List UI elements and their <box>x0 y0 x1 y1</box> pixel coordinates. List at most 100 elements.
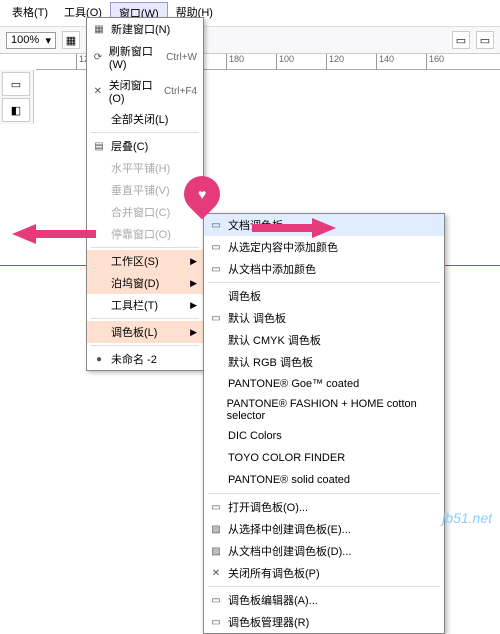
menu-item[interactable]: ⟳刷新窗口(W) Ctrl+W <box>87 40 203 74</box>
menu-item[interactable]: 泊坞窗(D) ▶ <box>87 272 203 294</box>
menu-icon: ▭ <box>208 592 224 608</box>
menu-icon: ✕ <box>91 83 105 99</box>
menu-label: PANTONE® FASHION + HOME cotton selector <box>227 398 438 422</box>
menu-icon: ▭ <box>208 614 224 630</box>
menu-label: 默认 调色板 <box>228 310 286 326</box>
window-menu-dropdown: ▦新建窗口(N) ⟳刷新窗口(W) Ctrl+W ✕关闭窗口(O)Ctrl+F4 全部关… <box>86 17 204 371</box>
tool-button[interactable]: ▦ <box>62 31 80 49</box>
menu-item[interactable]: 工作区(S) ▶ <box>87 250 203 272</box>
menu-icon: ▭ <box>208 261 224 277</box>
menu-label: 调色板编辑器(A)... <box>228 592 318 608</box>
menu-item[interactable]: 全部关闭(L) <box>87 108 203 130</box>
menu-icon <box>91 182 107 198</box>
tool-button[interactable]: ▭ <box>452 31 470 49</box>
menu-item[interactable]: ▭调色板管理器(R) <box>204 611 444 633</box>
menu-label: 调色板(L) <box>111 324 157 340</box>
menu-label: 从选定内容中添加颜色 <box>228 239 338 255</box>
menu-item: 停靠窗口(O) <box>87 223 203 245</box>
menu-item[interactable]: 默认 RGB 调色板 <box>204 351 444 373</box>
menu-label: 从文档中添加颜色 <box>228 261 316 277</box>
menu-item[interactable]: PANTONE® Goe™ coated <box>204 373 444 395</box>
menu-item[interactable]: ▦新建窗口(N) <box>87 18 203 40</box>
tool-button[interactable]: ◧ <box>2 98 30 122</box>
tool-button[interactable]: ▭ <box>2 72 30 96</box>
menu-label: 工具栏(T) <box>111 297 158 313</box>
zoom-combo[interactable]: 100%▾ <box>6 32 56 49</box>
menu-icon: ▭ <box>208 217 224 233</box>
menu-item[interactable]: ▭从选定内容中添加颜色 <box>204 236 444 258</box>
menu-item[interactable]: ▤层叠(C) <box>87 135 203 157</box>
menu-item[interactable]: 默认 CMYK 调色板 <box>204 329 444 351</box>
menu-label: 未命名 -2 <box>111 351 157 367</box>
annotation-arrow-icon <box>312 218 336 238</box>
menu-label: 合并窗口(C) <box>111 204 170 220</box>
menu-icon <box>208 402 223 418</box>
menu-item[interactable]: ▭默认 调色板 <box>204 307 444 329</box>
menu-label: 泊坞窗(D) <box>111 275 159 291</box>
menu-item[interactable]: TOYO COLOR FINDER <box>204 447 444 469</box>
menu-label: 关闭所有调色板(P) <box>228 565 320 581</box>
menu-icon: ▭ <box>208 239 224 255</box>
chevron-down-icon: ▾ <box>45 34 51 47</box>
menu-label: 停靠窗口(O) <box>111 226 171 242</box>
menu-icon <box>208 332 224 348</box>
chevron-right-icon: ▶ <box>190 327 197 338</box>
menu-icon <box>208 354 224 370</box>
menu-icon: ▨ <box>208 543 224 559</box>
palette-submenu: ▭文档调色板▭从选定内容中添加颜色▭从文档中添加颜色调色板▭默认 调色板默认 C… <box>203 213 445 634</box>
menu-icon <box>91 253 107 269</box>
menu-icon: ▦ <box>91 21 107 37</box>
watermark: jb51.net <box>442 510 492 526</box>
menu-item[interactable]: ✕关闭窗口(O)Ctrl+F4 <box>87 74 203 108</box>
chevron-right-icon: ▶ <box>190 300 197 311</box>
tool-button[interactable]: ▭ <box>476 31 494 49</box>
menu-icon <box>91 204 107 220</box>
menu-item[interactable]: 调色板(L) ▶ <box>87 321 203 343</box>
menu-label: 刷新窗口(W) <box>109 43 162 71</box>
annotation-arrow-icon <box>12 224 36 244</box>
menu-item[interactable]: ●未命名 -2 <box>87 348 203 370</box>
menu-icon: ⟳ <box>91 49 105 65</box>
menu-item[interactable]: ▭从文档中添加颜色 <box>204 258 444 280</box>
menu-label: 关闭窗口(O) <box>109 77 160 105</box>
chevron-right-icon: ▶ <box>190 256 197 267</box>
menu-item[interactable]: 工具栏(T) ▶ <box>87 294 203 316</box>
menu-tables[interactable]: 表格(T) <box>4 2 56 24</box>
menu-item[interactable]: ▨从文档中创建调色板(D)... <box>204 540 444 562</box>
menu-label: 层叠(C) <box>111 138 148 154</box>
menu-icon <box>91 297 107 313</box>
menu-item[interactable]: ▭打开调色板(O)... <box>204 496 444 518</box>
menu-icon: ✕ <box>208 565 224 581</box>
menu-label: PANTONE® Goe™ coated <box>228 378 359 390</box>
menu-item[interactable]: 调色板 <box>204 285 444 307</box>
menu-icon: ▨ <box>208 521 224 537</box>
menu-item[interactable]: PANTONE® FASHION + HOME cotton selector <box>204 395 444 425</box>
menu-label: TOYO COLOR FINDER <box>228 452 345 464</box>
menu-item[interactable]: PANTONE® solid coated <box>204 469 444 491</box>
menu-icon <box>208 450 224 466</box>
menu-label: 全部关闭(L) <box>111 111 168 127</box>
menu-label: 从选择中创建调色板(E)... <box>228 521 351 537</box>
menu-item[interactable]: ▨从选择中创建调色板(E)... <box>204 518 444 540</box>
menu-label: 调色板管理器(R) <box>228 614 309 630</box>
menu-icon <box>208 376 224 392</box>
menu-icon: ▤ <box>91 138 107 154</box>
menu-icon <box>91 160 107 176</box>
menu-item: 合并窗口(C) <box>87 201 203 223</box>
menu-item[interactable]: ▭调色板编辑器(A)... <box>204 589 444 611</box>
menu-label: 打开调色板(O)... <box>228 499 308 515</box>
chevron-right-icon: ▶ <box>190 278 197 289</box>
menu-item[interactable]: DIC Colors <box>204 425 444 447</box>
menu-icon <box>208 472 224 488</box>
menu-label: 工作区(S) <box>111 253 159 269</box>
menu-label: 水平平铺(H) <box>111 160 170 176</box>
shortcut: Ctrl+W <box>166 52 197 63</box>
menu-icon <box>208 288 224 304</box>
menu-item: 垂直平铺(V) <box>87 179 203 201</box>
menubar: 表格(T) 工具(O) 窗口(W) 帮助(H) <box>0 0 500 27</box>
menu-icon: ● <box>91 351 107 367</box>
menu-label: 垂直平铺(V) <box>111 182 170 198</box>
menu-icon <box>208 428 224 444</box>
menu-item[interactable]: ✕关闭所有调色板(P) <box>204 562 444 584</box>
menu-icon <box>91 275 107 291</box>
